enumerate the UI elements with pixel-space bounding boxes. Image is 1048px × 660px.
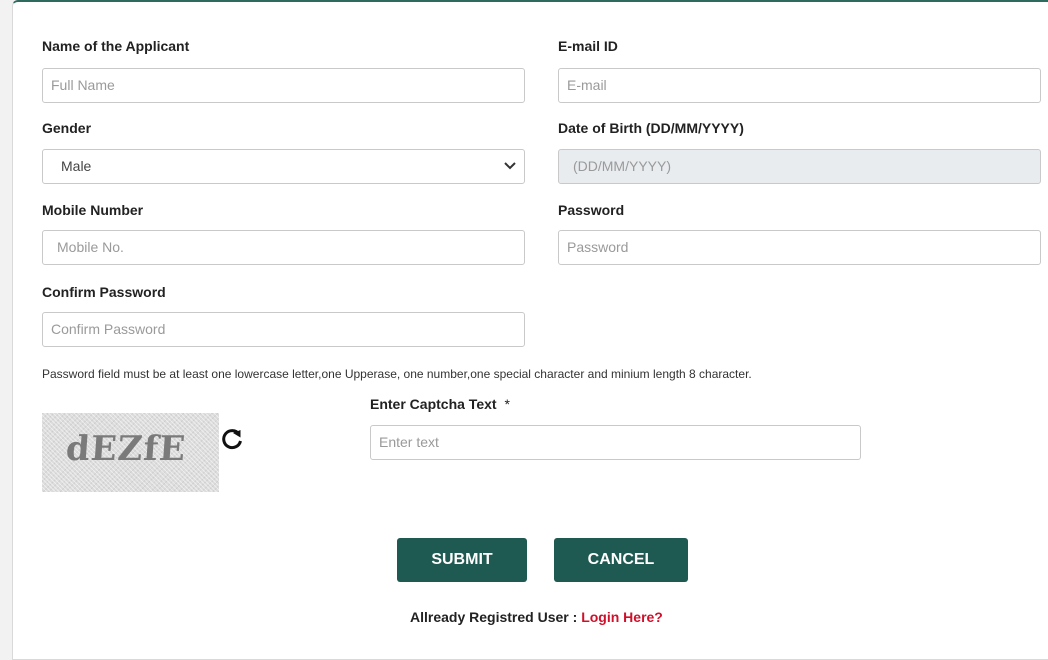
gender-label: Gender <box>42 120 92 136</box>
registration-card: Name of the Applicant Full Name E-mail I… <box>12 0 1048 660</box>
name-label: Name of the Applicant <box>42 38 190 54</box>
captcha-label-text: Enter Captcha Text <box>370 396 497 412</box>
dob-label: Date of Birth (DD/MM/YYYY) <box>558 120 744 136</box>
password-label: Password <box>558 202 625 218</box>
captcha-image-text: dEZfE <box>64 429 188 469</box>
email-label: E-mail ID <box>558 38 618 54</box>
full-name-input[interactable]: Full Name <box>42 68 525 103</box>
captcha-label: Enter Captcha Text * <box>370 396 510 412</box>
password-rules-note: Password field must be at least one lowe… <box>42 367 752 381</box>
registered-user-text: Allready Registred User : <box>410 609 578 625</box>
chevron-down-icon <box>504 162 516 170</box>
cancel-button[interactable]: CANCEL <box>554 538 688 582</box>
login-link[interactable]: Login Here? <box>581 609 663 625</box>
submit-button[interactable]: SUBMIT <box>397 538 527 582</box>
gender-select[interactable]: Male <box>42 149 525 184</box>
refresh-icon[interactable] <box>219 426 245 452</box>
password-input[interactable]: Password <box>558 230 1041 265</box>
email-input[interactable]: E-mail <box>558 68 1041 103</box>
mobile-label: Mobile Number <box>42 202 144 218</box>
captcha-image: dEZfE <box>42 413 219 492</box>
confirm-password-input[interactable]: Confirm Password <box>42 312 525 347</box>
required-mark: * <box>504 396 510 412</box>
mobile-input[interactable]: Mobile No. <box>42 230 525 265</box>
dob-input[interactable]: (DD/MM/YYYY) <box>558 149 1041 184</box>
gender-selected-value: Male <box>61 158 92 174</box>
captcha-input[interactable]: Enter text <box>370 425 861 460</box>
login-footer: Allready Registred User : Login Here? <box>410 609 663 625</box>
confirm-password-label: Confirm Password <box>42 284 166 300</box>
